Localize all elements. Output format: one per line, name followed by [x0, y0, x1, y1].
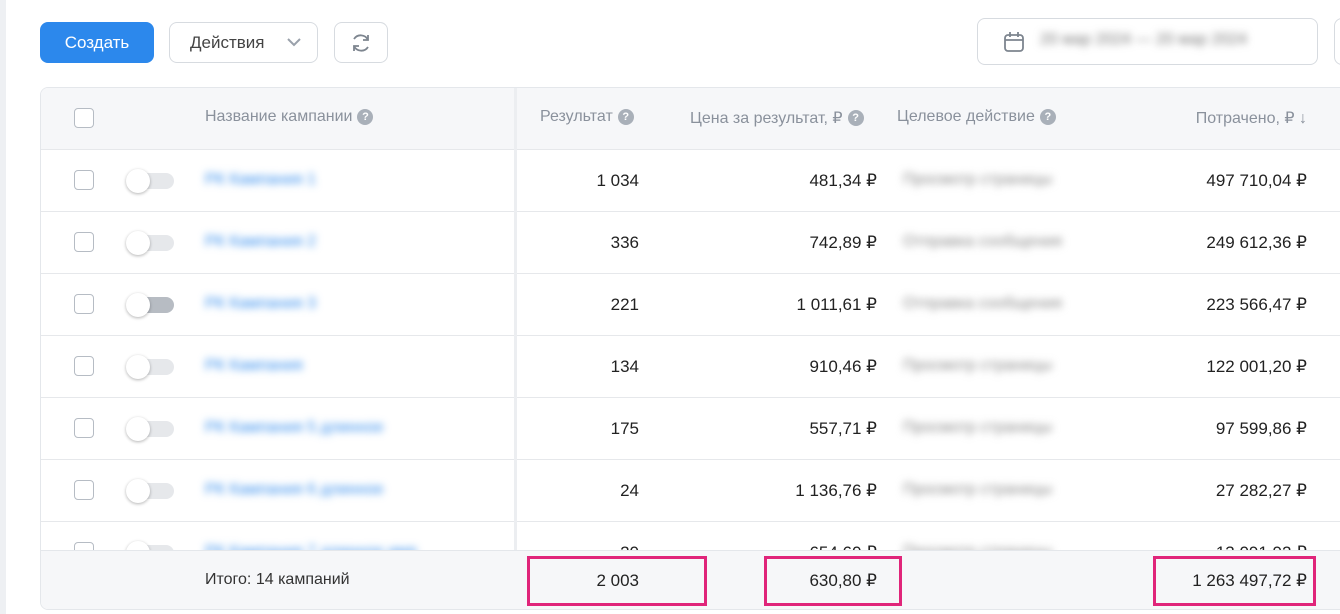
- target-action-value: Просмотр страницы: [903, 543, 1052, 550]
- campaign-name-link[interactable]: РК Кампания 3: [205, 295, 316, 313]
- date-range-picker[interactable]: 20 мар 2024 — 20 мар 2024: [977, 18, 1318, 65]
- result-value: 134: [610, 357, 639, 376]
- refresh-icon: [353, 33, 369, 52]
- result-value: 175: [610, 419, 639, 438]
- table-row[interactable]: РК Кампания 2 336 742,89 ₽ Отправка сообщен…: [41, 212, 1340, 274]
- table-row[interactable]: РК Кампания 3 221 1 011,61 ₽ Отправка сообщ…: [41, 274, 1340, 336]
- toggle-knob: [126, 541, 150, 550]
- row-checkbox[interactable]: [74, 480, 94, 500]
- campaign-toggle[interactable]: [126, 293, 174, 317]
- price-value: 481,34 ₽: [809, 171, 877, 190]
- campaign-name-link[interactable]: РК Кампания 2: [205, 233, 316, 251]
- spent-value: 497 710,04 ₽: [1206, 171, 1307, 190]
- toggle-knob: [126, 231, 150, 255]
- toggle-knob: [126, 293, 150, 317]
- row-checkbox[interactable]: [74, 356, 94, 376]
- result-value: 20: [620, 543, 639, 550]
- table-row[interactable]: РК Кампания 5 длинное 175 557,71 ₽ Просмотр…: [41, 398, 1340, 460]
- toggle-knob: [126, 417, 150, 441]
- spent-value: 97 599,86 ₽: [1215, 419, 1307, 438]
- price-value: 910,46 ₽: [809, 357, 877, 376]
- campaign-toggle[interactable]: [126, 417, 174, 441]
- campaign-toggle[interactable]: [126, 479, 174, 503]
- table-header: Название кампании? Результат? Цена за ре…: [41, 88, 1340, 150]
- highlight-total-price: [764, 556, 902, 606]
- header-result[interactable]: Результат?: [540, 108, 634, 126]
- header-price[interactable]: Цена за результат, ₽?: [690, 108, 864, 128]
- campaign-name-link[interactable]: РК Кампания 1: [205, 171, 316, 189]
- header-campaign-name[interactable]: Название кампании?: [205, 108, 374, 126]
- row-checkbox[interactable]: [74, 542, 94, 550]
- target-action-value: Просмотр страницы: [903, 481, 1053, 498]
- select-all-checkbox[interactable]: [74, 108, 94, 128]
- target-action-value: Просмотр страницы: [903, 171, 1053, 188]
- target-action-value: Просмотр страницы: [903, 357, 1053, 374]
- campaign-toggle[interactable]: [126, 231, 174, 255]
- row-checkbox[interactable]: [74, 418, 94, 438]
- chevron-down-icon: [287, 38, 301, 47]
- row-checkbox[interactable]: [74, 294, 94, 314]
- target-action-value: Отправка сообщения: [903, 295, 1062, 312]
- result-value: 221: [610, 295, 639, 314]
- result-value: 336: [610, 233, 639, 252]
- toggle-knob: [126, 355, 150, 379]
- total-label: Итого: 14 кампаний: [205, 571, 350, 588]
- table-body: РК Кампания 1 1 034 481,34 ₽ Просмотр стран…: [41, 150, 1340, 550]
- toggle-knob: [126, 479, 150, 503]
- result-value: 1 034: [596, 171, 639, 190]
- campaign-name-link[interactable]: РК Кампания: [205, 357, 303, 375]
- calendar-icon: [1004, 32, 1024, 52]
- actions-label: Действия: [190, 32, 265, 52]
- table-row[interactable]: РК Кампания 134 910,46 ₽ Просмотр страницы 1…: [41, 336, 1340, 398]
- price-value: 742,89 ₽: [809, 233, 877, 252]
- highlight-total-result: [527, 556, 707, 606]
- help-icon[interactable]: ?: [1039, 109, 1056, 125]
- create-button[interactable]: Создать: [40, 22, 154, 63]
- campaign-name-link[interactable]: РК Кампания 6 длинное: [205, 481, 384, 499]
- spent-value: 223 566,47 ₽: [1206, 295, 1307, 314]
- left-panel-edge: [0, 0, 6, 614]
- help-icon[interactable]: ?: [617, 109, 634, 125]
- spent-value: 249 612,36 ₽: [1206, 233, 1307, 252]
- date-range-value: 20 мар 2024 — 20 мар 2024: [1040, 31, 1248, 48]
- actions-dropdown[interactable]: Действия: [169, 22, 318, 63]
- campaign-name-link[interactable]: РК Кампания 5 длинное: [205, 419, 384, 437]
- target-action-value: Просмотр страницы: [903, 419, 1053, 436]
- spent-value: 122 001,20 ₽: [1206, 357, 1307, 376]
- toggle-knob: [126, 169, 150, 193]
- table-row[interactable]: РК Кампания 7 длинное имя 20 654,60 ₽ Просм…: [41, 522, 1340, 550]
- campaign-toggle[interactable]: [126, 169, 174, 193]
- refresh-button[interactable]: [334, 22, 388, 63]
- row-checkbox[interactable]: [74, 232, 94, 252]
- help-icon[interactable]: ?: [847, 110, 864, 126]
- spent-value: 13 091,92 ₽: [1216, 543, 1307, 550]
- price-value: 1 136,76 ₽: [795, 481, 877, 500]
- table-row[interactable]: РК Кампания 6 длинное 24 1 136,76 ₽ Просмот…: [41, 460, 1340, 522]
- column-divider: [514, 88, 517, 551]
- toolbar: Создать Действия 20 мар 2024 — 20 мар 20…: [0, 0, 1340, 86]
- campaign-name-link[interactable]: РК Кампания 7 длинное имя: [205, 543, 417, 550]
- header-target-action[interactable]: Целевое действие?: [897, 108, 1056, 126]
- highlight-total-spent: [1153, 556, 1316, 606]
- price-value: 654,60 ₽: [809, 543, 877, 550]
- campaign-toggle[interactable]: [126, 355, 174, 379]
- spent-value: 27 282,27 ₽: [1215, 481, 1307, 500]
- price-value: 557,71 ₽: [809, 419, 877, 438]
- campaigns-table: Название кампании? Результат? Цена за ре…: [40, 87, 1340, 610]
- target-action-value: Отправка сообщения: [903, 233, 1062, 250]
- row-checkbox[interactable]: [74, 170, 94, 190]
- result-value: 24: [620, 481, 639, 500]
- header-spent[interactable]: Потрачено, ₽ ↓: [1196, 108, 1307, 128]
- overflow-button[interactable]: [1334, 18, 1340, 65]
- table-row[interactable]: РК Кампания 1 1 034 481,34 ₽ Просмотр стран…: [41, 150, 1340, 212]
- help-icon[interactable]: ?: [357, 109, 374, 125]
- price-value: 1 011,61 ₽: [796, 295, 877, 314]
